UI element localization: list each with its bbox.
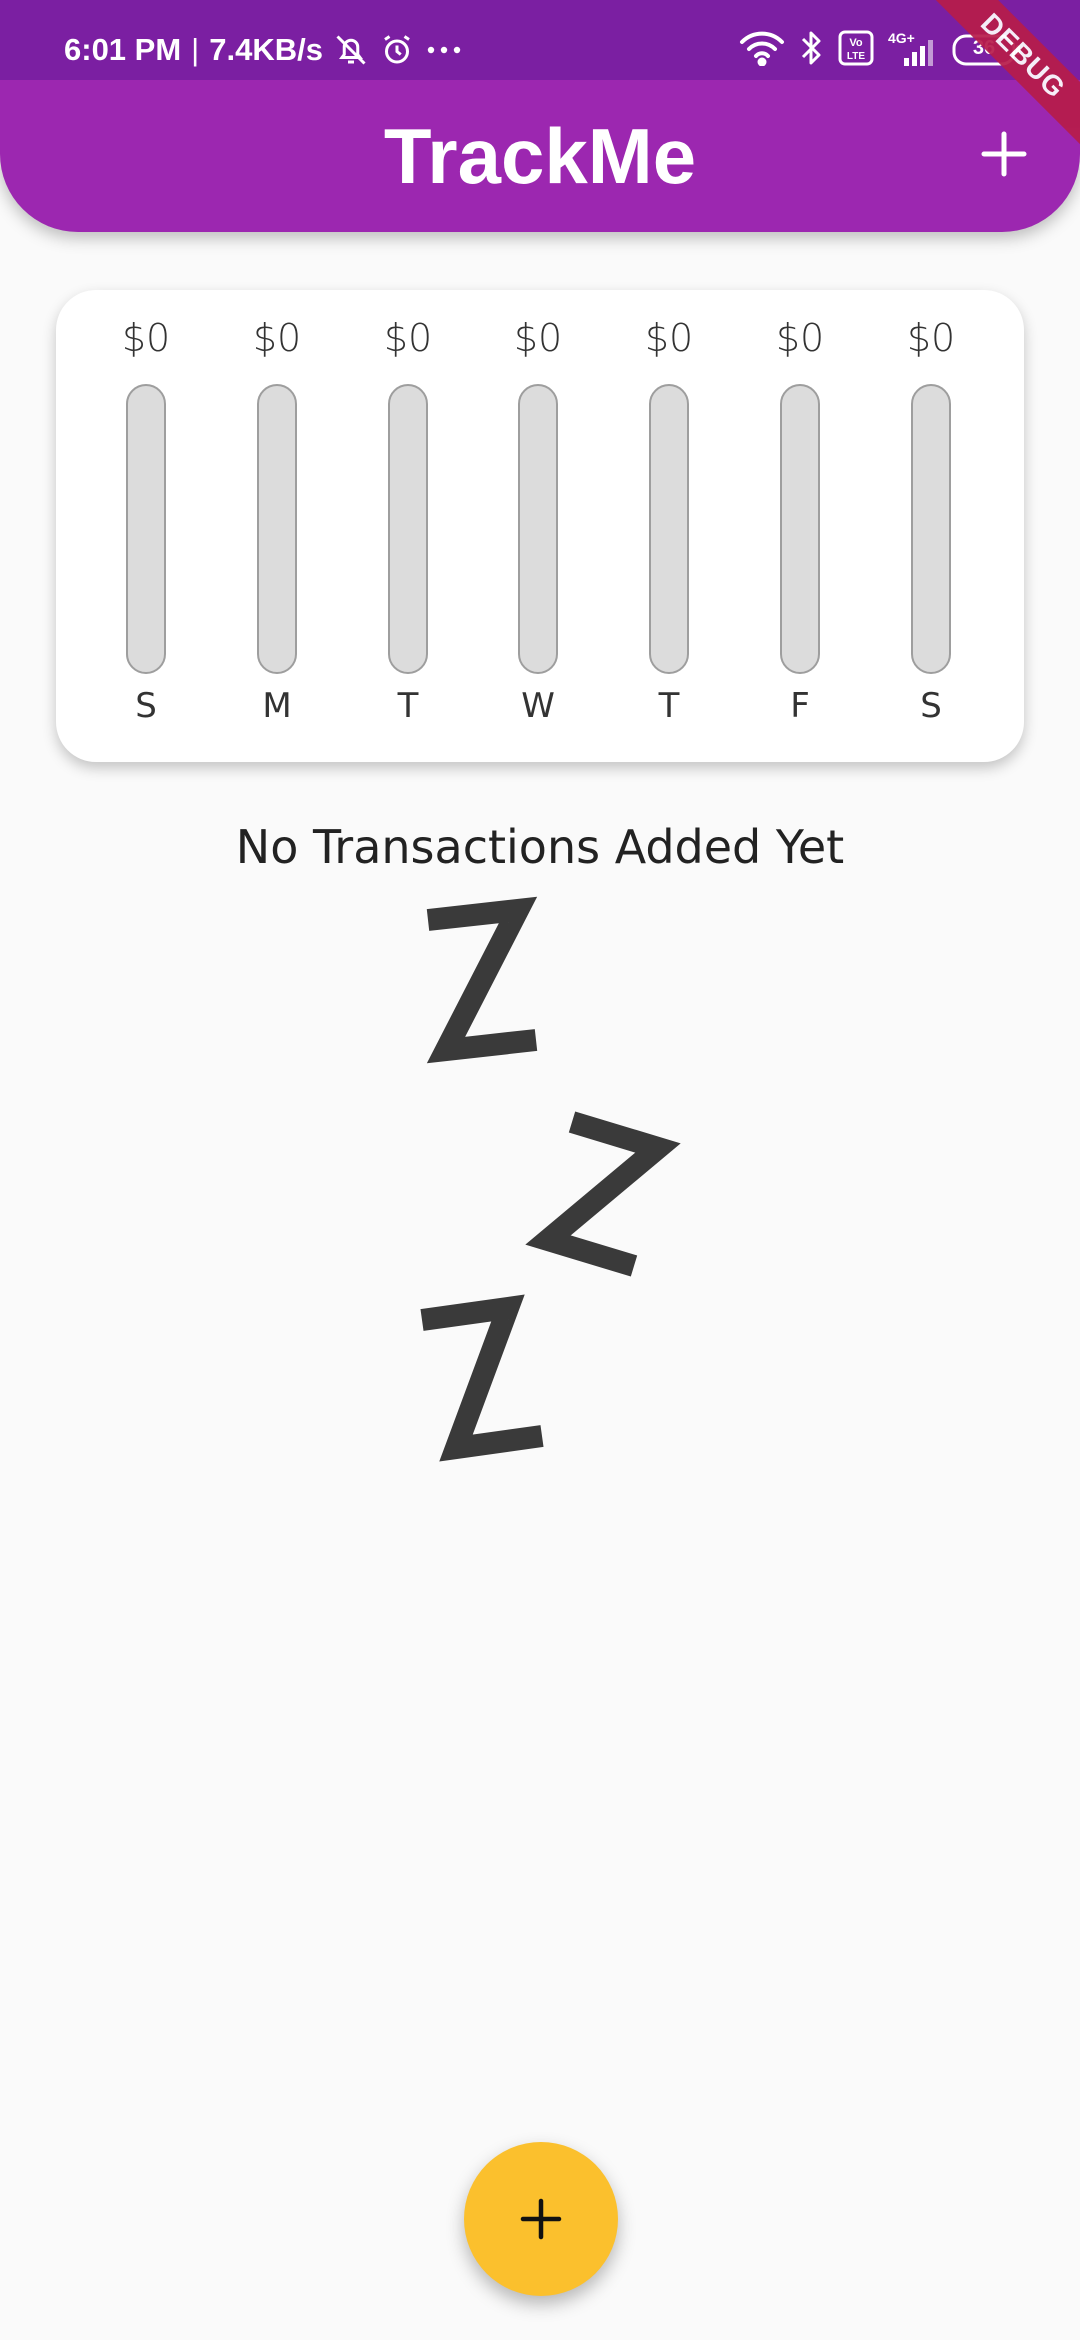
z-letter-bottom xyxy=(420,1294,544,1462)
z-letter-top xyxy=(426,896,538,1064)
z-letter-middle xyxy=(525,1111,681,1277)
sleeping-zzz-illustration xyxy=(420,896,681,1462)
add-fab-button[interactable] xyxy=(464,2142,618,2296)
plus-icon xyxy=(520,2198,562,2240)
